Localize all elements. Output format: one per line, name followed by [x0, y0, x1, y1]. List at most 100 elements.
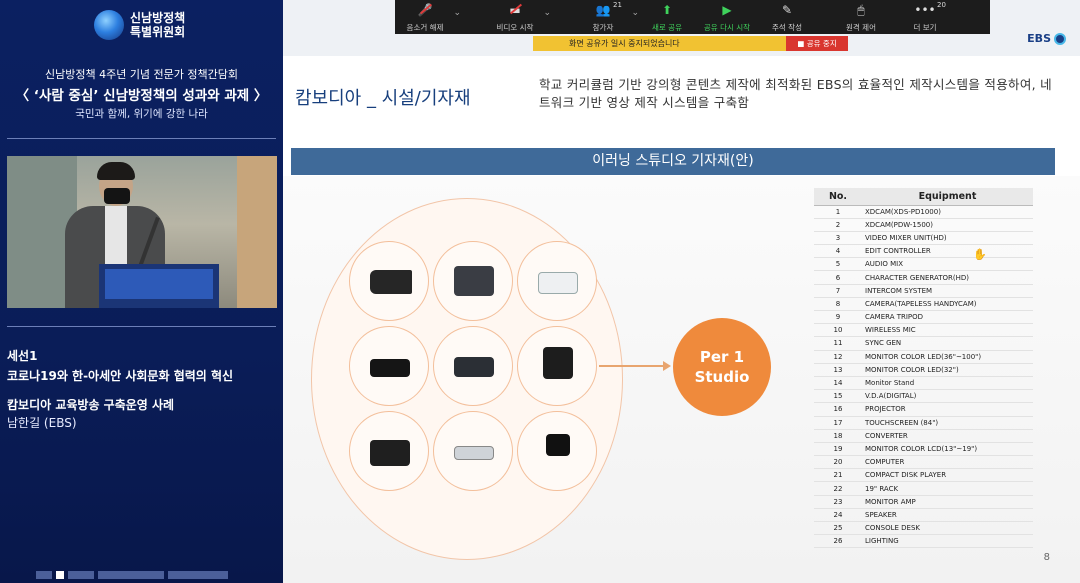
row-number: 1: [814, 205, 862, 219]
annotate-icon: ✎: [781, 3, 793, 17]
session-title: 코로나19와 한-아세안 사회문화 협력의 혁신: [7, 369, 234, 383]
participants-button[interactable]: 👥 21 참가자 ⌄: [573, 0, 639, 34]
row-number: 24: [814, 508, 862, 523]
speaker-name: 남한길 (EBS): [7, 416, 77, 430]
event-side-panel: 신남방정책 특별위원회 신남방정책 4주년 기념 전문가 정책간담회 〈 ‘사람 …: [0, 0, 283, 583]
logo-text: 신남방정책 특별위원회: [130, 11, 186, 39]
table-row: 5 AUDIO MIX: [814, 257, 1033, 272]
unmute-button[interactable]: 🎤 음소거 해제⌄: [395, 0, 461, 34]
video-mixer-icon: [433, 326, 513, 406]
row-number: 17: [814, 416, 862, 430]
row-number: 18: [814, 429, 862, 443]
remote-control-icon: 🖱: [857, 3, 865, 17]
row-number: 22: [814, 481, 862, 496]
equipment-name: 19" RACK: [862, 481, 1033, 496]
arrow-icon: [599, 361, 671, 371]
table-row: 7 INTERCOM SYSTEM: [814, 284, 1033, 298]
table-row: 1 XDCAM(XDS-PD1000): [814, 205, 1033, 219]
remote-control-button[interactable]: 🖱 원격 제어: [831, 0, 891, 34]
stop-share-button[interactable]: ■ 공유 중지: [786, 36, 848, 51]
table-row: 19 MONITOR COLOR LCD(13"~19"): [814, 442, 1033, 457]
equipment-name: VIDEO MIXER UNIT(HD): [862, 231, 1033, 246]
table-row: 18 CONVERTER: [814, 429, 1033, 443]
row-number: 11: [814, 336, 862, 351]
projector-icon: [517, 241, 597, 321]
table-row: 12 MONITOR COLOR LED(36"~100"): [814, 350, 1033, 364]
ebs-logo-icon: [1054, 32, 1066, 45]
monitor-stand-icon: [517, 411, 597, 491]
row-number: 20: [814, 455, 862, 470]
equipment-name: EDIT CONTROLLER: [862, 244, 1033, 259]
row-number: 3: [814, 231, 862, 246]
server-device-icon: [349, 411, 429, 491]
hand-cursor-icon: ✋: [973, 248, 987, 261]
annotate-button[interactable]: ✎ 주석 작성: [757, 0, 817, 34]
committee-emblem-icon: [94, 10, 124, 40]
recorder-deck-icon: [349, 326, 429, 406]
audio-amp-icon: [433, 411, 513, 491]
table-row: 16 PROJECTOR: [814, 402, 1033, 417]
equipment-name: CAMERA(TAPELESS HANDYCAM): [862, 297, 1033, 312]
table-row: 24 SPEAKER: [814, 508, 1033, 523]
new-share-button[interactable]: ⬆ 새로 공유: [637, 0, 697, 34]
equipment-name: AUDIO MIX: [862, 257, 1033, 272]
start-video-button[interactable]: ▬ 비디오 시작⌄: [485, 0, 551, 34]
equipment-name: CONVERTER: [862, 429, 1033, 443]
equipment-name: MONITOR COLOR LED(32"): [862, 363, 1033, 377]
row-number: 6: [814, 270, 862, 285]
row-number: 26: [814, 534, 862, 549]
equipment-name: TOUCHSCREEN (84"): [862, 416, 1033, 430]
table-row: 23 MONITOR AMP: [814, 495, 1033, 509]
more-button[interactable]: ••• 20 더 보기: [895, 0, 955, 34]
table-row: 6 CHARACTER GENERATOR(HD): [814, 270, 1033, 285]
share-icon: ⬆: [661, 3, 673, 17]
row-number: 9: [814, 310, 862, 325]
shared-slide: EBS 캄보디아 _ 시설/기자재 학교 커리큘럼 기반 강의형 콘텐츠 제작에…: [283, 0, 1080, 583]
slide-heading: 캄보디아 _ 시설/기자재: [295, 88, 471, 109]
resume-share-icon: ▶: [722, 3, 732, 17]
equipment-name: XDCAM(PDW-1500): [862, 218, 1033, 232]
speaker-video: [7, 156, 277, 308]
slide-description: 학교 커리큘럼 기반 강의형 콘텐츠 제작에 최적화된 EBS의 효율적인 제작…: [539, 77, 1052, 110]
row-number: 19: [814, 442, 862, 457]
equipment-name: WIRELESS MIC: [862, 323, 1033, 338]
equipment-name: MONITOR COLOR LED(36"~100"): [862, 350, 1033, 364]
equipment-table: No. Equipment 1 XDCAM(XDS-PD1000) 2 XDCAM(P…: [814, 188, 1033, 549]
table-row: 8 CAMERA(TAPELESS HANDYCAM): [814, 297, 1033, 312]
table-row: 15 V.D.A(DIGITAL): [814, 389, 1033, 404]
equipment-name: COMPACT DISK PLAYER: [862, 468, 1033, 483]
table-row: 22 19" RACK: [814, 481, 1033, 496]
row-number: 21: [814, 468, 862, 483]
equipment-name: Monitor Stand: [862, 376, 1033, 391]
row-number: 8: [814, 297, 862, 312]
equipment-name: CONSOLE DESK: [862, 521, 1033, 536]
table-row: 4 EDIT CONTROLLER: [814, 244, 1033, 259]
table-row: 20 COMPUTER: [814, 455, 1033, 470]
row-number: 2: [814, 218, 862, 232]
resume-share-button[interactable]: ▶ 공유 다시 시작: [697, 0, 757, 34]
table-row: 10 WIRELESS MIC: [814, 323, 1033, 338]
monitor-icon: [517, 326, 597, 406]
edit-controller-icon: [433, 241, 513, 321]
table-row: 9 CAMERA TRIPOD: [814, 310, 1033, 325]
table-row: 21 COMPACT DISK PLAYER: [814, 468, 1033, 483]
table-row: 3 VIDEO MIXER UNIT(HD): [814, 231, 1033, 246]
more-icon: •••: [914, 3, 936, 17]
row-number: 12: [814, 350, 862, 364]
equipment-name: LIGHTING: [862, 534, 1033, 549]
table-row: 14 Monitor Stand: [814, 376, 1033, 391]
section-title: 이러닝 스튜디오 기자재(안): [291, 148, 1055, 175]
equipment-name: MONITOR AMP: [862, 495, 1033, 509]
equipment-name: XDCAM(XDS-PD1000): [862, 205, 1033, 219]
row-number: 14: [814, 376, 862, 391]
ebs-logo: EBS: [1027, 32, 1066, 45]
row-number: 15: [814, 389, 862, 404]
row-number: 16: [814, 402, 862, 417]
table-row: 13 MONITOR COLOR LED(32"): [814, 363, 1033, 377]
table-row: 2 XDCAM(PDW-1500): [814, 218, 1033, 232]
divider: [7, 326, 276, 327]
divider: [7, 138, 276, 139]
studio-badge: Per 1 Studio: [673, 318, 771, 416]
equipment-name: PROJECTOR: [862, 402, 1033, 417]
column-header-no: No.: [814, 188, 862, 206]
